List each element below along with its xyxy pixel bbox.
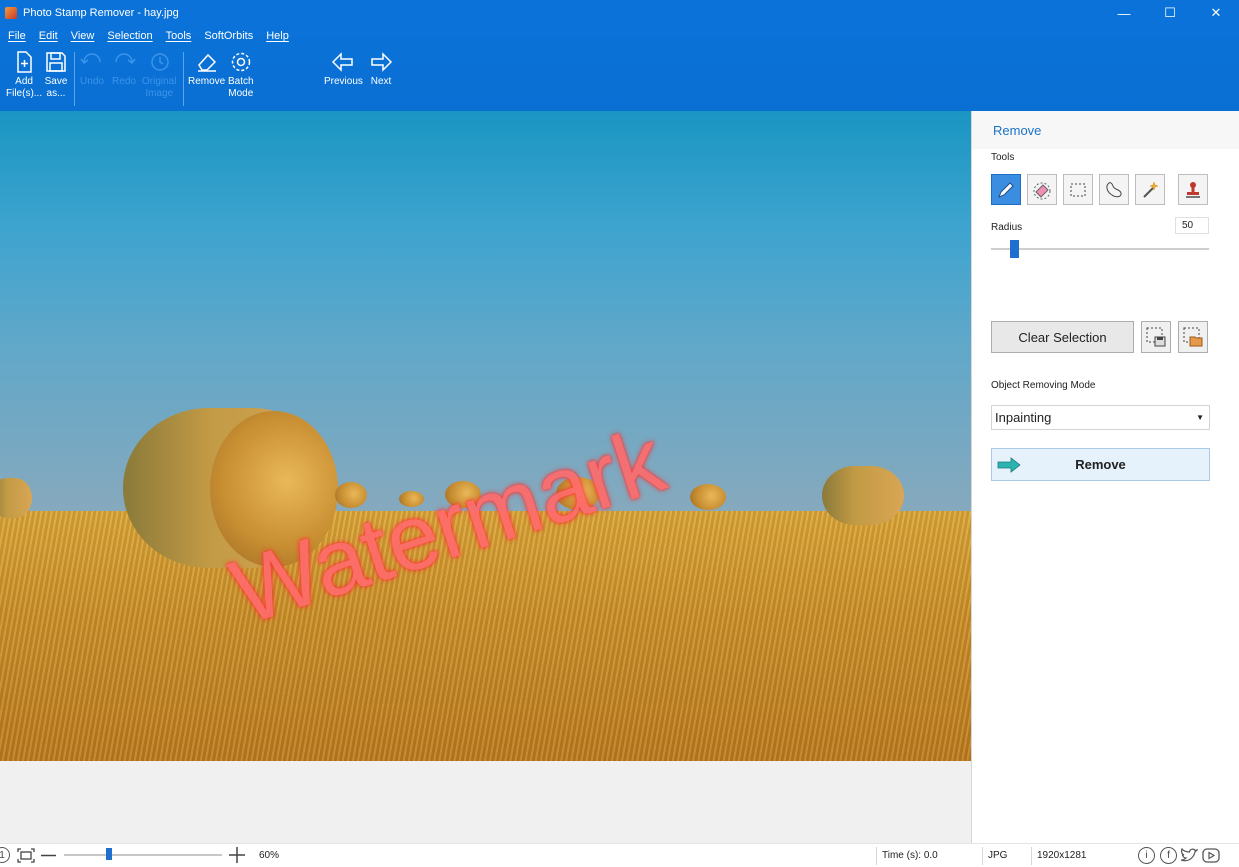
menu-tools[interactable]: Tools bbox=[166, 30, 192, 42]
undo-icon bbox=[80, 53, 101, 65]
add-file-icon bbox=[17, 51, 32, 73]
pencil-icon bbox=[998, 181, 1014, 198]
title-bar: Photo Stamp Remover - hay.jpg — ☐ ✕ bbox=[0, 0, 1239, 26]
redo-button[interactable]: Redo bbox=[112, 50, 136, 88]
previous-button[interactable]: Previous bbox=[324, 50, 363, 88]
stamp-icon bbox=[1186, 181, 1200, 198]
save-as-button[interactable]: Save as... bbox=[44, 50, 68, 100]
app-icon bbox=[5, 7, 17, 19]
mode-label: Object Removing Mode bbox=[991, 380, 1096, 391]
close-button[interactable]: ✕ bbox=[1193, 0, 1239, 26]
status-separator bbox=[982, 847, 983, 865]
zoom-out-icon[interactable] bbox=[41, 854, 56, 857]
eraser-icon bbox=[197, 53, 216, 72]
radius-value-field[interactable]: 50 bbox=[1175, 217, 1209, 234]
batch-mode-button[interactable]: Batch Mode bbox=[228, 50, 254, 100]
magic-wand-tool[interactable] bbox=[1135, 174, 1165, 205]
facebook-icon[interactable]: f bbox=[1160, 847, 1177, 864]
load-selection-icon bbox=[1183, 327, 1203, 347]
lasso-icon bbox=[1106, 181, 1122, 197]
photo[interactable]: Watermark bbox=[0, 111, 971, 761]
panel-title: Remove bbox=[993, 123, 1042, 138]
menu-help[interactable]: Help bbox=[266, 30, 289, 42]
zoom-in-icon[interactable] bbox=[229, 847, 245, 863]
pencil-tool[interactable] bbox=[991, 174, 1021, 205]
eraser-icon bbox=[1033, 182, 1051, 199]
redo-icon bbox=[115, 53, 136, 65]
menu-edit[interactable]: Edit bbox=[39, 30, 58, 42]
eraser-tool[interactable] bbox=[1027, 174, 1057, 205]
time-readout: Time (s): 0.0 bbox=[882, 850, 938, 861]
radius-slider-thumb[interactable] bbox=[1010, 240, 1019, 258]
hay-bale bbox=[690, 484, 726, 510]
panel-header: Remove bbox=[972, 111, 1239, 149]
original-image-button[interactable]: Original Image bbox=[142, 50, 176, 100]
ribbon: File Edit View Selection Tools SoftOrbit… bbox=[0, 26, 1239, 111]
arrow-right-icon bbox=[997, 457, 1021, 473]
toolbar-separator bbox=[183, 52, 184, 106]
rect-select-icon bbox=[1070, 183, 1086, 196]
chevron-down-icon: ▼ bbox=[1196, 413, 1204, 422]
window-title: Photo Stamp Remover - hay.jpg bbox=[23, 7, 179, 19]
maximize-button[interactable]: ☐ bbox=[1147, 0, 1193, 26]
remove-button[interactable]: Remove bbox=[991, 448, 1210, 481]
info-icon[interactable]: i bbox=[1138, 847, 1155, 864]
status-separator bbox=[1031, 847, 1032, 865]
zoom-level: 60% bbox=[259, 850, 280, 861]
menu-view[interactable]: View bbox=[71, 30, 95, 42]
menu-selection[interactable]: Selection bbox=[107, 30, 152, 42]
hay-bale bbox=[0, 478, 32, 518]
image-dimensions: 1920x1281 bbox=[1037, 850, 1087, 861]
hay-bale bbox=[822, 466, 904, 525]
save-selection-button[interactable] bbox=[1141, 321, 1171, 353]
history-icon bbox=[151, 53, 169, 71]
radius-label: Radius bbox=[991, 222, 1023, 233]
zoom-slider-thumb[interactable] bbox=[106, 848, 112, 860]
gear-icon bbox=[231, 52, 251, 72]
fit-to-window-icon[interactable] bbox=[17, 848, 35, 863]
removing-mode-select[interactable]: Inpainting ▼ bbox=[991, 405, 1210, 430]
lasso-tool[interactable] bbox=[1099, 174, 1129, 205]
save-selection-icon bbox=[1146, 327, 1166, 347]
rect-select-tool[interactable] bbox=[1063, 174, 1093, 205]
magic-wand-icon bbox=[1143, 180, 1159, 198]
arrow-right-icon bbox=[371, 52, 393, 72]
next-button[interactable]: Next bbox=[369, 50, 393, 88]
menu-file[interactable]: File bbox=[8, 30, 26, 42]
status-bar: 1 60% Time (s): 0.0 JPG 1920x1281 i f bbox=[0, 843, 1239, 867]
stamp-tool[interactable] bbox=[1178, 174, 1208, 205]
image-canvas[interactable]: Watermark bbox=[0, 111, 971, 843]
arrow-left-icon bbox=[332, 52, 354, 72]
window-controls: — ☐ ✕ bbox=[1101, 0, 1239, 26]
menu-softorbits[interactable]: SoftOrbits bbox=[204, 30, 253, 42]
twitter-icon[interactable] bbox=[1180, 848, 1198, 863]
status-separator bbox=[876, 847, 877, 865]
minimize-button[interactable]: — bbox=[1101, 0, 1147, 26]
tool-row bbox=[991, 174, 1211, 206]
zoom-actual-size-icon[interactable]: 1 bbox=[0, 847, 10, 863]
file-format: JPG bbox=[988, 850, 1008, 861]
menu-bar: File Edit View Selection Tools SoftOrbit… bbox=[0, 26, 1239, 46]
save-icon bbox=[46, 52, 66, 72]
remove-panel: Remove Tools Radius 50 Clear Selection O… bbox=[971, 111, 1239, 843]
load-selection-button[interactable] bbox=[1178, 321, 1208, 353]
youtube-icon[interactable] bbox=[1202, 848, 1220, 863]
add-files-button[interactable]: Add File(s)... bbox=[6, 50, 42, 100]
undo-button[interactable]: Undo bbox=[80, 50, 104, 88]
zoom-slider-track[interactable] bbox=[64, 854, 222, 856]
toolbar-separator bbox=[74, 52, 75, 106]
tools-label: Tools bbox=[991, 152, 1015, 163]
remove-tool-button[interactable]: Remove bbox=[188, 50, 225, 88]
clear-selection-button[interactable]: Clear Selection bbox=[991, 321, 1134, 353]
radius-slider-track[interactable] bbox=[991, 248, 1209, 250]
toolbar: Add File(s)... Save as... Undo Redo Orig… bbox=[0, 48, 1239, 110]
